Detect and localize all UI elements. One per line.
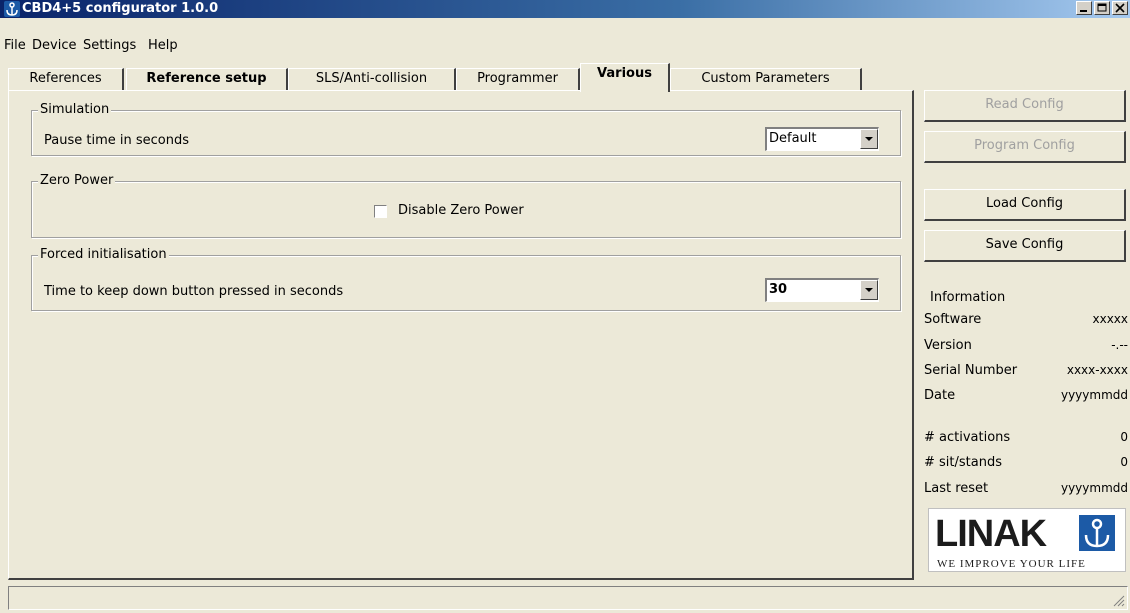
program-config-button[interactable]: Program Config	[924, 131, 1126, 163]
simulation-legend: Simulation	[38, 102, 112, 117]
resize-grip-icon[interactable]	[1111, 593, 1125, 607]
info-key: # activations	[924, 430, 1011, 445]
info-value: yyyymmdd	[1060, 388, 1128, 402]
simulation-group: Simulation Pause time in seconds Default	[31, 102, 901, 156]
svg-text:LINAK: LINAK	[935, 513, 1048, 555]
forced-init-legend: Forced initialisation	[38, 247, 169, 262]
maximize-icon	[1097, 3, 1107, 12]
info-row-serial-number: Serial Number xxxx-xxxx	[924, 363, 1128, 381]
info-row-software: Software xxxxx	[924, 312, 1128, 330]
chevron-down-icon[interactable]	[860, 280, 878, 300]
keep-down-time-select[interactable]: 30	[765, 278, 879, 302]
info-key: Serial Number	[924, 363, 1018, 378]
tab-reference-setup[interactable]: Reference setup	[126, 68, 288, 90]
minimize-icon	[1080, 10, 1087, 12]
save-config-button[interactable]: Save Config	[924, 230, 1126, 262]
keep-down-time-label: Time to keep down button pressed in seco…	[44, 284, 344, 299]
linak-logo: LINAK WE IMPROVE YOUR LIFE	[928, 508, 1126, 572]
tab-sls-anti-collision[interactable]: SLS/Anti-collision	[288, 68, 456, 90]
chevron-down-icon[interactable]	[860, 129, 878, 149]
info-key: Software	[924, 312, 982, 327]
tab-various[interactable]: Various	[580, 63, 670, 92]
svg-text:WE IMPROVE YOUR LIFE: WE IMPROVE YOUR LIFE	[937, 558, 1086, 570]
zero-power-legend: Zero Power	[38, 173, 116, 188]
read-config-button[interactable]: Read Config	[924, 90, 1126, 122]
tab-panel: Simulation Pause time in seconds Default…	[8, 90, 914, 580]
pause-time-value: Default	[769, 131, 817, 146]
maximize-button[interactable]	[1094, 1, 1110, 15]
info-row-activations: # activations 0	[924, 430, 1128, 448]
menu-device[interactable]: Device	[32, 38, 76, 53]
tab-references[interactable]: References	[8, 68, 124, 90]
keep-down-time-value[interactable]: 30	[769, 282, 787, 297]
disable-zero-power-checkbox[interactable]	[374, 205, 387, 218]
menu-settings[interactable]: Settings	[83, 38, 136, 53]
zero-power-group: Zero Power Disable Zero Power	[31, 173, 901, 238]
menu-help[interactable]: Help	[148, 38, 178, 53]
info-row-last-reset: Last reset yyyymmdd	[924, 481, 1128, 499]
info-key: Version	[924, 338, 972, 353]
disable-zero-power-label: Disable Zero Power	[398, 203, 524, 218]
load-config-button[interactable]: Load Config	[924, 189, 1126, 221]
info-key: # sit/stands	[924, 455, 1002, 470]
info-value: xxxx-xxxx	[1066, 363, 1128, 377]
menu-file[interactable]: File	[4, 38, 26, 53]
info-value: yyyymmdd	[1060, 481, 1128, 495]
info-value: xxxxx	[1092, 312, 1128, 326]
status-bar	[8, 586, 1128, 610]
info-value: -.--	[1111, 338, 1128, 352]
info-key: Date	[924, 388, 956, 403]
info-key: Last reset	[924, 481, 989, 496]
pause-time-select[interactable]: Default	[765, 127, 879, 151]
tab-programmer[interactable]: Programmer	[456, 68, 580, 90]
forced-init-group: Forced initialisation Time to keep down …	[31, 247, 901, 311]
info-value: 0	[1120, 430, 1128, 444]
tab-custom-parameters[interactable]: Custom Parameters	[670, 68, 862, 90]
information-legend: Information	[930, 290, 1006, 305]
info-value: 0	[1120, 455, 1128, 469]
pause-time-label: Pause time in seconds	[44, 133, 189, 148]
minimize-button[interactable]	[1076, 1, 1092, 15]
close-icon	[1115, 3, 1125, 13]
anchor-icon	[4, 1, 20, 17]
close-button[interactable]	[1112, 1, 1128, 15]
title-bar: CBD4+5 configurator 1.0.0	[0, 0, 1130, 18]
menu-bar: File Device Settings Help	[0, 38, 1130, 59]
info-row-version: Version -.--	[924, 338, 1128, 356]
information-panel: Information Software xxxxx Version -.-- …	[924, 290, 1128, 576]
window-title: CBD4+5 configurator 1.0.0	[22, 1, 219, 16]
info-row-sit-stands: # sit/stands 0	[924, 455, 1128, 473]
info-row-date: Date yyyymmdd	[924, 388, 1128, 406]
